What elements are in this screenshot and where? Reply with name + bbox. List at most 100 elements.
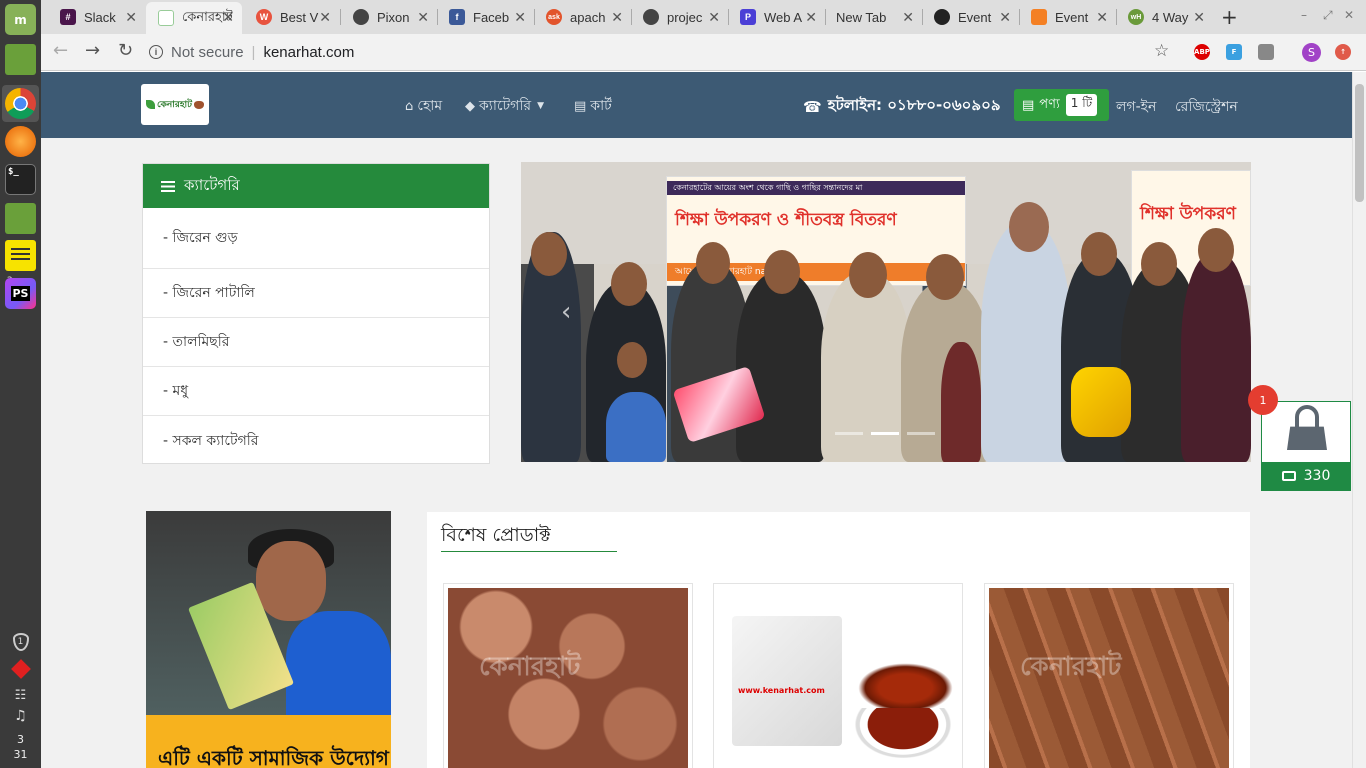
- address-bar[interactable]: i Not secure | kenarhat.com: [149, 38, 1179, 66]
- cart-pill-label: পণ্য: [1039, 96, 1060, 112]
- notes-icon[interactable]: [5, 240, 36, 271]
- maximize-icon[interactable]: ⤢: [1323, 8, 1333, 23]
- web-page: কেনারহাট ⌂ হোম ◆ ক্যাটেগরি ▼ ▤ কার্ট ☎ হ…: [41, 72, 1352, 768]
- cart-badge: 1: [1248, 385, 1278, 415]
- clock[interactable]: 3 31: [0, 732, 41, 762]
- category-item[interactable]: - মধু: [143, 367, 489, 416]
- profile-avatar[interactable]: S: [1302, 43, 1321, 62]
- close-icon[interactable]: ✕: [222, 9, 234, 26]
- tab-newtab[interactable]: New Tab ✕: [825, 2, 922, 32]
- tab-bestv[interactable]: W Best V ✕: [244, 2, 339, 32]
- network-icon[interactable]: ☷: [0, 688, 41, 703]
- shield-icon[interactable]: 1: [0, 633, 41, 651]
- product-card[interactable]: কেনারহাট: [443, 583, 693, 768]
- product-card[interactable]: কেনারহাট: [984, 583, 1234, 768]
- tab-4way[interactable]: wH 4 Way ✕: [1116, 2, 1213, 32]
- close-icon[interactable]: ✕: [125, 9, 137, 26]
- phpstorm-icon[interactable]: PS: [5, 278, 36, 309]
- category-item[interactable]: - জিরেন গুড়: [143, 208, 489, 269]
- category-panel-title: ক্যাটেগরি: [184, 175, 240, 194]
- close-icon[interactable]: ✕: [902, 9, 914, 26]
- tab-pixon[interactable]: Pixon ✕: [341, 2, 437, 32]
- register-link[interactable]: রেজিস্ট্রেশন: [1175, 95, 1238, 119]
- tab-weba[interactable]: P Web A ✕: [728, 2, 825, 32]
- update-icon[interactable]: ↑: [1335, 44, 1351, 60]
- forward-button[interactable]: →: [85, 40, 100, 61]
- info-icon[interactable]: i: [149, 45, 163, 59]
- page-scrollbar[interactable]: [1352, 72, 1366, 768]
- slider-dot-active[interactable]: [871, 432, 899, 435]
- pot-icon: [194, 100, 205, 109]
- product-bowl: [848, 708, 958, 763]
- cart-total-value: 330: [1303, 468, 1331, 484]
- nav-category[interactable]: ◆ ক্যাটেগরি ▼: [465, 94, 544, 118]
- close-icon[interactable]: ✕: [1193, 9, 1205, 26]
- tab-slack[interactable]: # Slack ✕: [48, 2, 145, 32]
- files-icon[interactable]: [5, 44, 36, 75]
- nav-home[interactable]: ⌂ হোম: [405, 94, 442, 118]
- category-item[interactable]: - জিরেন পাটালি: [143, 269, 489, 318]
- cart-pill-count: 1 টি: [1065, 94, 1098, 116]
- hotline: ☎ হটলাইন: ০১৮৮০-০৬০৯০৯: [803, 94, 1001, 119]
- tab-apache[interactable]: ask apach ✕: [534, 2, 631, 32]
- close-icon[interactable]: ✕: [805, 9, 817, 26]
- product-spoon: [858, 663, 953, 713]
- globe-icon: [643, 9, 659, 25]
- promo-banner[interactable]: এটি একটি সামাজিক উদ্যোগ: [146, 511, 391, 768]
- terminal-icon[interactable]: $_: [5, 164, 36, 195]
- tab-facebook[interactable]: f Faceb ✕: [437, 2, 534, 32]
- minimize-icon[interactable]: –: [1301, 8, 1307, 22]
- close-icon[interactable]: ✕: [514, 9, 526, 26]
- scroll-thumb[interactable]: [1355, 84, 1364, 202]
- category-item[interactable]: - তালমিছরি: [143, 318, 489, 367]
- mint-menu-icon[interactable]: m: [5, 4, 36, 35]
- wh-icon: wH: [1128, 9, 1144, 25]
- image-slider[interactable]: কেনারহাটের আয়ের অংশ থেকে গাছি ও গাছির স…: [521, 162, 1251, 462]
- alert-icon[interactable]: [0, 659, 41, 679]
- slider-dot[interactable]: [835, 432, 863, 435]
- adblock-plus-icon[interactable]: ABP: [1194, 44, 1210, 60]
- close-icon[interactable]: ✕: [417, 9, 429, 26]
- back-button[interactable]: ←: [53, 40, 68, 61]
- close-icon[interactable]: ✕: [999, 9, 1011, 26]
- cast-icon[interactable]: [1258, 44, 1274, 60]
- close-icon[interactable]: ✕: [319, 9, 331, 26]
- person-head: [764, 250, 800, 294]
- tab-event-github[interactable]: Event ✕: [922, 2, 1019, 32]
- reload-button[interactable]: ↻: [118, 40, 133, 61]
- tab-event-upload[interactable]: Event ✕: [1019, 2, 1116, 32]
- money-icon: [1281, 471, 1296, 481]
- tab-kenarhat[interactable]: কেনারহাট ✕: [146, 2, 242, 34]
- extension-fj-icon[interactable]: F: [1226, 44, 1242, 60]
- pack-label: www.kenarhat.com: [738, 686, 825, 695]
- new-tab-button[interactable]: +: [1221, 5, 1238, 29]
- category-item[interactable]: - সকল ক্যাটেগরি: [143, 416, 489, 465]
- close-icon[interactable]: ✕: [1096, 9, 1108, 26]
- music-icon[interactable]: ♫: [0, 708, 41, 724]
- firefox-icon[interactable]: [5, 126, 36, 157]
- folder-icon[interactable]: [5, 203, 36, 234]
- product-card[interactable]: www.kenarhat.com: [713, 583, 963, 768]
- person-head: [926, 254, 964, 300]
- slider-dot[interactable]: [907, 432, 935, 435]
- tab-project[interactable]: projec ✕: [631, 2, 728, 32]
- bookmark-star-icon[interactable]: ☆: [1154, 41, 1169, 61]
- section-title: বিশেষ প্রোডাক্ট: [441, 524, 551, 546]
- site-logo[interactable]: কেনারহাট: [141, 84, 209, 125]
- person-head: [1009, 202, 1049, 252]
- omnibox-divider: |: [251, 43, 256, 61]
- login-link[interactable]: লগ-ইন: [1116, 95, 1156, 119]
- product-pack: www.kenarhat.com: [732, 616, 842, 746]
- phone-icon: ☎: [803, 97, 822, 116]
- chrome-icon[interactable]: [5, 88, 36, 119]
- url-text[interactable]: kenarhat.com: [263, 44, 354, 61]
- close-window-icon[interactable]: ✕: [1344, 8, 1354, 22]
- close-icon[interactable]: ✕: [611, 9, 623, 26]
- chevron-left-icon[interactable]: ‹: [561, 297, 571, 327]
- close-icon[interactable]: ✕: [708, 9, 720, 26]
- cart-count-button[interactable]: ▤ পণ্য 1 টি: [1014, 89, 1109, 121]
- nav-category-label: ক্যাটেগরি: [479, 98, 532, 114]
- person: [1181, 252, 1251, 462]
- floating-cart[interactable]: 330: [1261, 401, 1351, 491]
- nav-cart[interactable]: ▤ কার্ট: [574, 94, 612, 118]
